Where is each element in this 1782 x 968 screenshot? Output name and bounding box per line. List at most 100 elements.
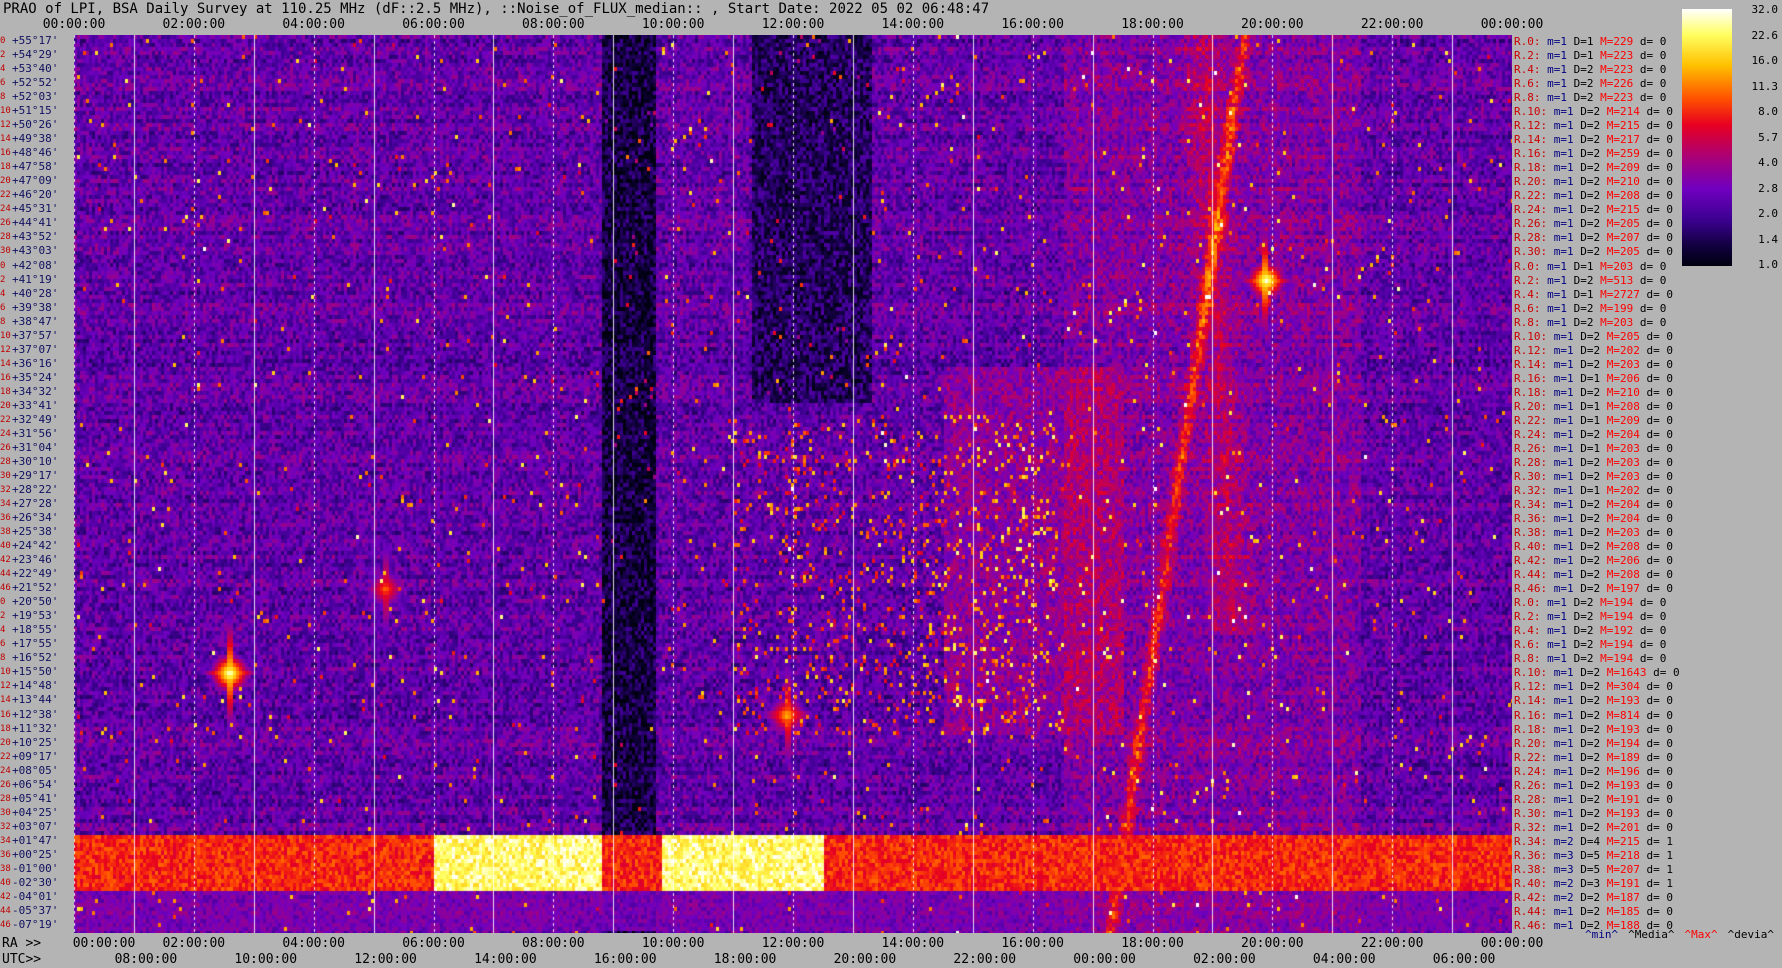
row-min: m=1: [1553, 526, 1574, 540]
row-stats: R.28: m=1 D=2 M=191 d= 0: [1514, 793, 1673, 806]
declination-label: +49°38': [12, 132, 59, 146]
row-devia: d= 0: [1646, 203, 1674, 217]
row-index: 40: [0, 877, 11, 888]
row-min: m=1: [1553, 441, 1574, 455]
row-label: R.24:: [1514, 764, 1548, 778]
ra-tick-label: 22:00:00: [1360, 936, 1424, 951]
row-label: R.46:: [1514, 918, 1548, 932]
row-label: R.8:: [1514, 652, 1541, 666]
row-devia: d= 0: [1646, 357, 1674, 371]
row-index: 12: [0, 681, 11, 692]
row-devia: d= 0: [1646, 820, 1674, 834]
utc-tick-label: 04:00:00: [1312, 952, 1376, 967]
row-media: D=2: [1573, 596, 1594, 610]
row-label: R.42:: [1514, 890, 1548, 904]
row-stats: R.8: m=1 D=2 M=194 d= 0: [1514, 652, 1666, 665]
row-min: m=1: [1547, 624, 1567, 638]
row-max: M=189: [1606, 750, 1640, 764]
row-label: R.16:: [1514, 371, 1548, 385]
declination-label: -04°01': [12, 889, 59, 903]
declination-label: +53°40': [12, 62, 59, 76]
row-media: D=1: [1573, 35, 1594, 48]
row-media: D=1: [1573, 287, 1594, 301]
row-label: R.14:: [1514, 133, 1548, 147]
row-max: M=204: [1606, 427, 1640, 441]
row-stats: R.34: m=2 D=4 M=215 d= 1: [1514, 835, 1673, 848]
row-media: D=2: [1580, 203, 1601, 217]
row-stats: R.40: m=2 D=3 M=191 d= 1: [1514, 877, 1673, 890]
row-media: D=2: [1573, 273, 1594, 287]
utc-tick-label: 14:00:00: [474, 952, 537, 967]
row-min: m=1: [1553, 666, 1574, 680]
row-min: m=1: [1547, 610, 1567, 624]
row-index: 16: [0, 709, 11, 720]
row-max: M=203: [1606, 441, 1640, 455]
row-label: R.6:: [1514, 77, 1541, 91]
row-max: M=201: [1606, 820, 1640, 834]
row-max: M=205: [1606, 329, 1640, 343]
row-media: D=2: [1573, 638, 1594, 652]
row-max: M=192: [1600, 624, 1634, 638]
ra-tick-label: 04:00:00: [282, 936, 345, 951]
row-label: R.6:: [1514, 638, 1541, 652]
row-stats: R.28: m=1 D=2 M=203 d= 0: [1514, 456, 1673, 469]
colorbar-tick-label: 11.3: [1751, 79, 1779, 93]
row-min: m=1: [1553, 918, 1574, 932]
row-media: D=2: [1580, 708, 1601, 722]
row-min: m=1: [1553, 498, 1574, 512]
row-index: 22: [0, 751, 11, 762]
declination-label: +45°31': [12, 202, 59, 216]
row-devia: d= 0: [1639, 35, 1667, 48]
row-index: 20: [0, 400, 11, 411]
row-min: m=1: [1553, 189, 1574, 203]
row-index: 24: [0, 428, 11, 439]
row-devia: d= 0: [1646, 287, 1674, 301]
row-max: M=187: [1606, 890, 1640, 904]
declination-label: +43°52': [12, 230, 59, 244]
top-tick-label: 06:00:00: [402, 17, 465, 32]
row-stats: R.6: m=1 D=2 M=194 d= 0: [1514, 638, 1666, 651]
row-media: D=2: [1580, 820, 1601, 834]
top-tick-label: 02:00:00: [162, 17, 226, 32]
row-label: R.12:: [1514, 343, 1548, 357]
row-label: R.4:: [1514, 63, 1541, 77]
row-label: R.14:: [1514, 694, 1548, 708]
row-media: D=2: [1580, 427, 1601, 441]
row-min: m=1: [1547, 259, 1567, 273]
row-index: 24: [0, 765, 11, 776]
row-media: D=5: [1580, 862, 1601, 876]
row-index: 32: [0, 821, 11, 832]
row-stats: R.0: m=1 D=2 M=194 d= 0: [1514, 596, 1666, 609]
row-devia: d= 0: [1646, 175, 1674, 189]
row-max: M=214: [1606, 105, 1640, 119]
row-index: 4: [0, 64, 6, 75]
row-stats: R.36: m=3 D=5 M=218 d= 1: [1514, 849, 1673, 862]
row-media: D=2: [1580, 189, 1601, 203]
row-label: R.16:: [1514, 147, 1548, 161]
row-label: R.22:: [1514, 189, 1548, 203]
declination-label: +19°53': [12, 609, 59, 623]
row-index: 2: [0, 274, 6, 285]
row-max: M=203: [1600, 259, 1634, 273]
row-devia: d= 1: [1646, 862, 1674, 876]
row-media: D=1: [1580, 484, 1601, 497]
row-devia: d= 0: [1646, 498, 1674, 512]
row-label: R.46:: [1514, 582, 1548, 596]
row-devia: d= 0: [1639, 259, 1667, 273]
row-min: m=1: [1553, 806, 1574, 820]
row-index: 30: [0, 807, 11, 818]
row-media: D=1: [1573, 49, 1594, 63]
row-media: D=2: [1580, 245, 1601, 259]
row-label: R.18:: [1514, 722, 1548, 736]
row-index: 4: [0, 288, 6, 299]
declination-label: +52°52': [12, 76, 59, 90]
declination-label: +46°20': [12, 188, 59, 202]
row-stats: R.30: m=1 D=2 M=205 d= 0: [1514, 245, 1673, 258]
declination-label: +34°32': [12, 384, 59, 398]
declination-label: +51°15': [12, 104, 59, 118]
row-index: 6: [0, 302, 6, 313]
row-devia: d= 0: [1646, 540, 1674, 554]
row-min: m=1: [1553, 736, 1574, 750]
declination-label: -02°30': [12, 875, 59, 889]
row-media: D=2: [1573, 610, 1594, 624]
